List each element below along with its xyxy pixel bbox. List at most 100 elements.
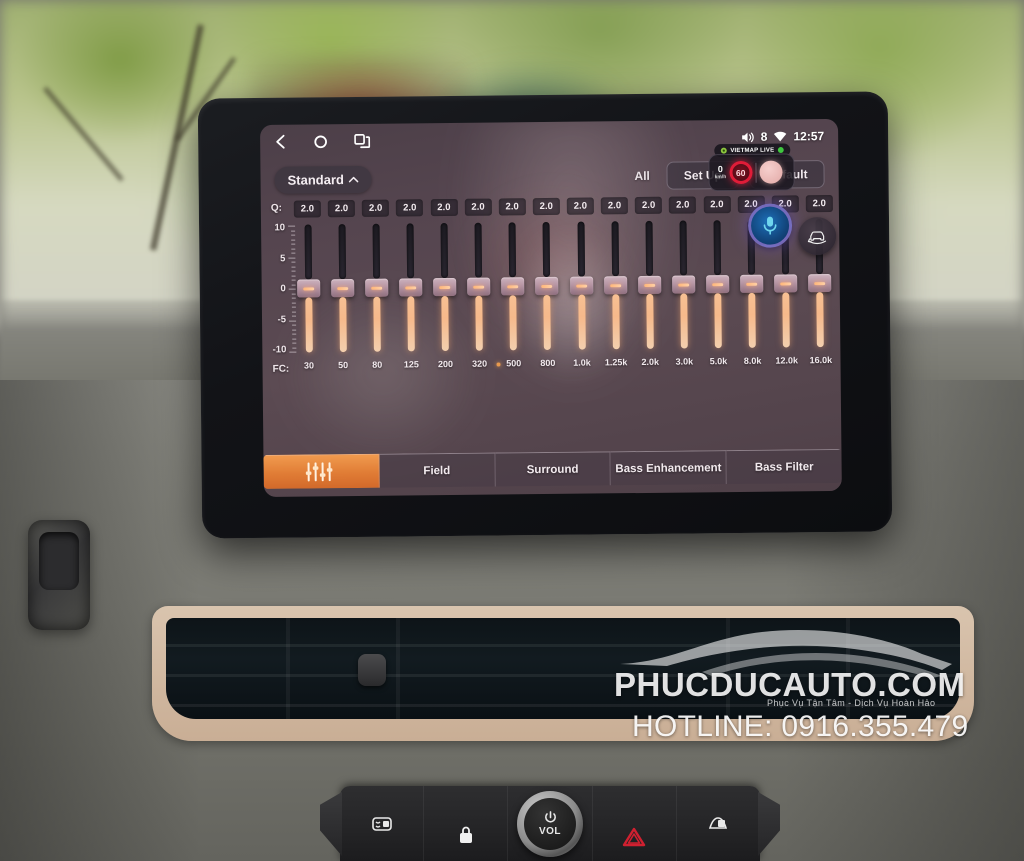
eq-slider[interactable] <box>703 218 731 350</box>
all-button[interactable]: All <box>628 165 656 187</box>
home-icon[interactable] <box>313 134 328 149</box>
axis-label: -5 <box>277 313 287 325</box>
current-speed: 0 km/h <box>714 164 727 180</box>
volume-power-knob[interactable]: VOL <box>508 786 593 861</box>
vietmap-live-widget[interactable]: VIETMAP LIVE 0 km/h 60 <box>708 143 795 196</box>
slider-handle[interactable] <box>808 273 832 293</box>
q-cell[interactable]: 2.0 <box>362 199 390 217</box>
q-cell[interactable]: 2.0 <box>635 196 663 215</box>
slider-handle[interactable] <box>740 274 764 293</box>
tab-surround[interactable]: Surround <box>495 451 612 487</box>
slider-handle[interactable] <box>296 279 320 298</box>
slider-handle[interactable] <box>535 276 559 296</box>
q-cell[interactable]: 2.0 <box>396 199 424 217</box>
parking-camera-button[interactable] <box>797 216 837 256</box>
frequency-cell[interactable]: 50 <box>330 360 357 370</box>
eq-slider[interactable] <box>294 222 322 354</box>
slider-handle[interactable] <box>671 275 696 294</box>
eq-slider[interactable] <box>328 222 356 354</box>
eq-slider[interactable] <box>362 222 390 354</box>
slider-track-fill <box>407 296 415 352</box>
slider-handle[interactable] <box>501 277 525 296</box>
eq-slider[interactable] <box>533 220 561 352</box>
frequency-cell[interactable]: 800 <box>534 358 561 368</box>
slider-track-upper <box>406 223 414 279</box>
slider-track-fill <box>611 294 620 350</box>
vietmap-secondary-indicator[interactable] <box>759 160 783 184</box>
fc-row-label: FC: <box>272 363 290 375</box>
slider-handle[interactable] <box>467 277 491 296</box>
eq-slider[interactable] <box>669 218 697 350</box>
back-icon[interactable] <box>274 134 287 150</box>
frequency-cell[interactable]: 500 <box>496 358 527 368</box>
eq-slider[interactable] <box>567 219 595 351</box>
rear-defrost-button[interactable] <box>340 786 425 861</box>
q-cell[interactable]: 2.0 <box>327 199 356 218</box>
slider-track-upper <box>645 220 653 276</box>
frequency-cell[interactable]: 1.25k <box>603 357 630 367</box>
recents-icon[interactable] <box>354 133 371 148</box>
front-defrost-button[interactable] <box>677 786 760 861</box>
slider-handle[interactable] <box>706 275 730 294</box>
frequency-cell[interactable]: 5.0k <box>705 356 732 366</box>
q-cell[interactable]: 2.0 <box>532 197 560 216</box>
q-cell[interactable]: 2.0 <box>430 198 458 217</box>
frequency-cell[interactable]: 1.0k <box>568 357 595 368</box>
q-cell[interactable]: 2.0 <box>600 197 629 215</box>
slider-handle[interactable] <box>637 275 662 295</box>
frequency-cell[interactable]: 16.0k <box>807 355 834 365</box>
frequency-label: 320 <box>472 358 488 369</box>
eq-slider[interactable] <box>431 221 459 353</box>
frequency-cell[interactable]: 2.0k <box>637 357 664 367</box>
door-lock-button[interactable] <box>424 786 509 861</box>
tab-bass-enhancement[interactable]: Bass Enhancement <box>610 450 727 486</box>
frequency-label: 12.0k <box>775 355 799 366</box>
vietmap-body: 0 km/h 60 <box>708 153 795 192</box>
tab-equalizer[interactable] <box>263 453 380 489</box>
q-cell[interactable]: 2.0 <box>293 200 321 218</box>
frequency-cell[interactable]: 3.0k <box>671 356 698 366</box>
slider-handle[interactable] <box>603 276 627 295</box>
slider-handle[interactable] <box>569 276 593 295</box>
frequency-label: 16.0k <box>809 354 833 366</box>
eq-slider[interactable] <box>635 219 663 351</box>
tab-field[interactable]: Field <box>379 452 496 488</box>
frequency-cell[interactable]: 12.0k <box>773 355 800 365</box>
q-cell[interactable]: 2.0 <box>498 198 526 216</box>
voice-assistant-button[interactable] <box>747 203 793 248</box>
frequency-cell[interactable]: 80 <box>364 360 391 370</box>
slider-handle[interactable] <box>330 279 354 298</box>
frequency-cell[interactable]: 8.0k <box>739 356 766 366</box>
frequency-cell[interactable]: 125 <box>398 359 425 369</box>
slider-track-fill <box>714 293 722 349</box>
q-cell[interactable]: 2.0 <box>805 194 833 213</box>
eq-mode-tabs: Field Surround Bass Enhancement Bass Filter <box>263 448 842 489</box>
slider-handle[interactable] <box>364 278 389 297</box>
eq-slider[interactable] <box>499 220 527 352</box>
eq-slider[interactable] <box>465 221 493 353</box>
slider-handle[interactable] <box>398 278 423 297</box>
hazard-button[interactable] <box>593 786 677 861</box>
vent-direction-knob[interactable] <box>358 654 386 686</box>
frequency-cell[interactable]: 200 <box>432 359 459 369</box>
front-defrost-icon <box>709 816 728 829</box>
slider-handle[interactable] <box>774 274 798 293</box>
q-cell[interactable]: 2.0 <box>464 198 492 216</box>
vietmap-title: VIETMAP LIVE <box>730 147 775 154</box>
frequency-cell[interactable]: 320 <box>466 359 493 369</box>
slider-handle[interactable] <box>433 277 457 297</box>
eq-slider[interactable] <box>396 221 424 353</box>
q-cell[interactable]: 2.0 <box>669 196 697 214</box>
eq-slider[interactable] <box>601 219 629 351</box>
frequency-cell[interactable]: 30 <box>295 360 322 370</box>
slider-track-upper <box>338 224 346 280</box>
status-indicators: 8 12:57 <box>741 129 824 144</box>
axis-label: 0 <box>280 283 286 295</box>
preset-selector[interactable]: Standard <box>274 165 373 194</box>
frequency-label: 1.25k <box>604 357 628 368</box>
q-cell[interactable]: 2.0 <box>703 196 731 214</box>
slider-track-upper <box>508 222 517 278</box>
tab-bass-filter[interactable]: Bass Filter <box>726 448 842 485</box>
slider-track-fill <box>441 296 449 352</box>
q-cell[interactable]: 2.0 <box>566 197 594 215</box>
